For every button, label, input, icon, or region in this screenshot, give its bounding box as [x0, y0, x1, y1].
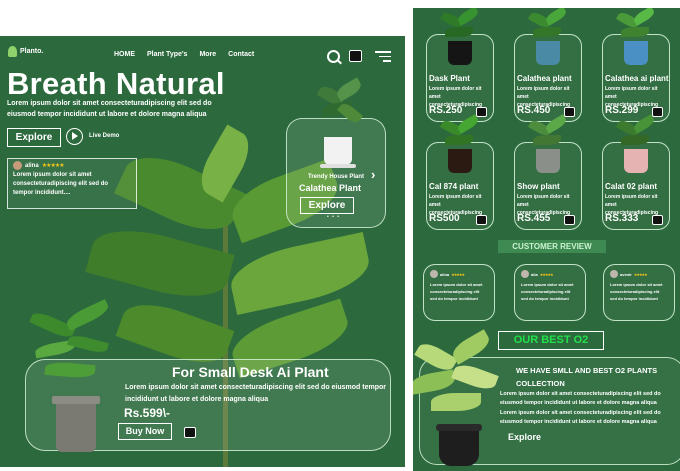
nav-more[interactable]: More — [199, 51, 216, 58]
reviewer-name: avenir — [620, 271, 632, 277]
reviewer-name: alia — [531, 271, 538, 277]
add-to-cart-icon[interactable] — [564, 107, 575, 117]
product-name: Cal 874 plant — [429, 182, 479, 191]
brand-logo[interactable]: Planto. — [8, 46, 43, 57]
product-price: RS.333 — [605, 213, 639, 224]
nav-plant-types[interactable]: Plant Type's — [147, 51, 187, 58]
add-to-cart-icon[interactable] — [652, 107, 663, 117]
product-image — [615, 8, 657, 71]
product-name: Calat 02 plant — [605, 182, 658, 191]
desk-plant-image — [29, 298, 111, 458]
desk-card-desc: Lorem ipsum dolor sit amet consecteturad… — [125, 384, 386, 403]
product-name: Calathea plant — [517, 74, 572, 83]
product-card[interactable]: Dask Plant Lorem ipsum dolor sit amet co… — [426, 8, 494, 122]
nav-contact[interactable]: Contact — [228, 51, 254, 58]
best-desc-2: Lorem ipsum dolor sit amet consecteturad… — [500, 410, 661, 425]
product-name: Show plant — [517, 182, 560, 191]
product-image — [439, 8, 481, 71]
customer-review-card: alia ★★★★★ Lorem ipsum dolor sit amet co… — [514, 264, 586, 321]
product-card[interactable]: Calat 02 plant Lorem ipsum dolor sit ame… — [602, 114, 670, 230]
reviewer-name: alina — [25, 162, 39, 169]
best-plant-image — [413, 328, 501, 468]
product-name: Dask Plant — [429, 74, 470, 83]
review-text: Lorem ipsum dolor sit amet consecteturad… — [430, 282, 483, 301]
rating-stars: ★★★★★ — [41, 163, 65, 169]
review-text: Lorem ipsum dolor sit amet consecteturad… — [521, 282, 574, 301]
avatar — [430, 270, 438, 278]
avatar — [521, 270, 529, 278]
hero-title: Breath Natural — [7, 66, 225, 101]
product-price: RS.299 — [605, 105, 639, 116]
add-to-cart-icon[interactable] — [476, 215, 487, 225]
review-card: alina ★★★★★ Lorem ipsum dolor sit amet c… — [7, 158, 137, 209]
carousel-dots[interactable]: • • • — [327, 214, 340, 220]
product-price: RS.450 — [517, 105, 551, 116]
cart-icon[interactable] — [349, 50, 362, 62]
our-best-heading: OUR BEST O2 — [498, 331, 604, 350]
trendy-plant-image — [314, 77, 364, 173]
next-arrow-icon[interactable]: › — [371, 167, 375, 182]
brand-name: Planto. — [20, 48, 44, 55]
rating-stars: ★★★★★ — [633, 271, 648, 277]
rating-stars: ★★★★★ — [539, 271, 554, 277]
desk-card-title: For Small Desk Ai Plant — [172, 364, 329, 380]
desk-card-price: Rs.599\- — [124, 406, 171, 420]
product-card[interactable]: Show plant Lorem ipsum dolor sit amet co… — [514, 114, 582, 230]
desk-cart-icon[interactable] — [184, 427, 196, 438]
products-panel: Dask Plant Lorem ipsum dolor sit amet co… — [413, 8, 680, 471]
trendy-plant-card: Trendy House Plant Calathea Plant Explor… — [286, 77, 386, 228]
product-price: RS500 — [429, 213, 460, 224]
hero-subtitle: Lorem ipsum dolor sit amet consecteturad… — [7, 100, 212, 118]
review-text: Lorem ipsum dolor sit amet consecteturad… — [610, 282, 663, 301]
avatar — [13, 161, 22, 170]
product-image — [615, 114, 657, 179]
nav-home[interactable]: HOME — [114, 51, 135, 58]
menu-icon[interactable] — [375, 51, 391, 62]
customer-review-card: alina ★★★★★ Lorem ipsum dolor sit amet c… — [423, 264, 495, 321]
product-image — [439, 114, 481, 179]
avatar — [610, 270, 618, 278]
hero-explore-button[interactable]: Explore — [7, 128, 61, 147]
trendy-explore-button[interactable]: Explore — [300, 197, 354, 214]
rating-stars: ★★★★★ — [451, 271, 465, 277]
plant-logo-icon — [8, 46, 17, 57]
buy-now-button[interactable]: Buy Now — [118, 423, 172, 440]
hero-section: Planto. HOME Plant Type's More Contact B… — [0, 36, 405, 467]
best-explore-button[interactable]: Explore — [508, 432, 541, 442]
review-text: Lorem ipsum dolor sit amet consecteturad… — [13, 172, 109, 196]
product-image — [527, 8, 569, 71]
product-card[interactable]: Cal 874 plant Lorem ipsum dolor sit amet… — [426, 114, 494, 230]
product-name: Calathea ai plant — [605, 74, 669, 83]
add-to-cart-icon[interactable] — [564, 215, 575, 225]
add-to-cart-icon[interactable] — [652, 215, 663, 225]
reviewer-name: alina — [440, 271, 450, 277]
product-price: RS.455 — [517, 213, 551, 224]
customer-review-heading: CUSTOMER REVIEW — [498, 240, 606, 253]
product-card[interactable]: Calathea ai plant Lorem ipsum dolor sit … — [602, 8, 670, 122]
best-desc-1: Lorem ipsum dolor sit amet consecteturad… — [500, 391, 661, 406]
product-card[interactable]: Calathea plant Lorem ipsum dolor sit ame… — [514, 8, 582, 122]
main-nav: HOME Plant Type's More Contact — [114, 51, 254, 58]
product-image — [527, 114, 569, 179]
product-price: RS.250 — [429, 105, 463, 116]
customer-review-card: avenir ★★★★★ Lorem ipsum dolor sit amet … — [603, 264, 675, 321]
live-demo-link[interactable]: Live Demo — [89, 133, 119, 139]
play-icon[interactable] — [66, 128, 83, 145]
best-title: WE HAVE SMLL AND BEST O2 PLANTS COLLECTI… — [516, 366, 658, 388]
add-to-cart-icon[interactable] — [476, 107, 487, 117]
trendy-plant-name: Calathea Plant — [298, 183, 362, 193]
